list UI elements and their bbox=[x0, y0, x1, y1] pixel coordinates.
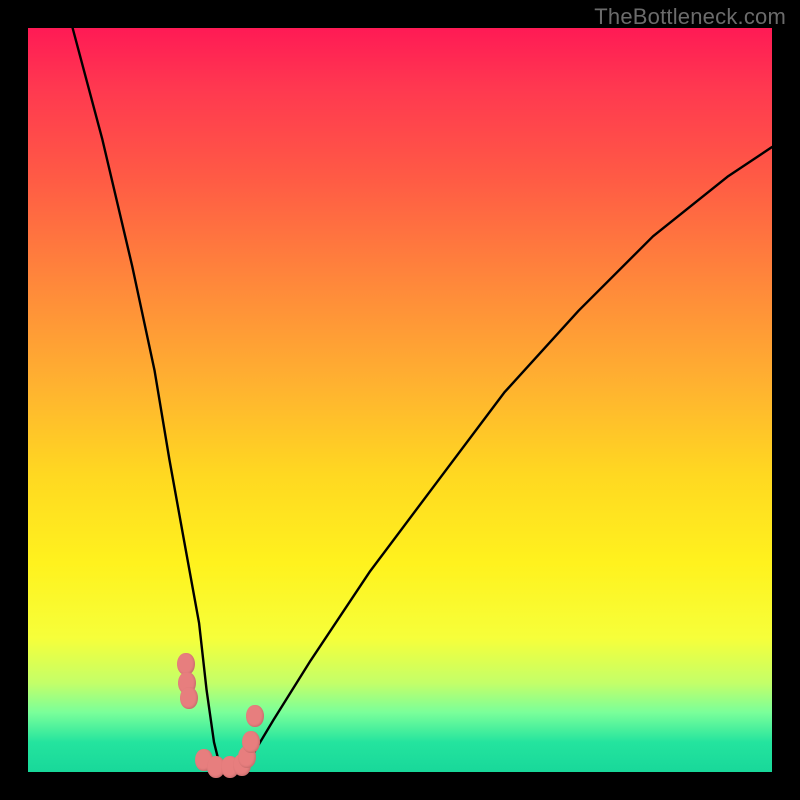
watermark-text: TheBottleneck.com bbox=[594, 4, 786, 30]
bottleneck-curve bbox=[28, 28, 772, 772]
marker-point bbox=[246, 705, 264, 727]
chart-frame: TheBottleneck.com bbox=[0, 0, 800, 800]
plot-area bbox=[28, 28, 772, 772]
marker-point bbox=[242, 731, 260, 753]
marker-point bbox=[180, 687, 198, 709]
